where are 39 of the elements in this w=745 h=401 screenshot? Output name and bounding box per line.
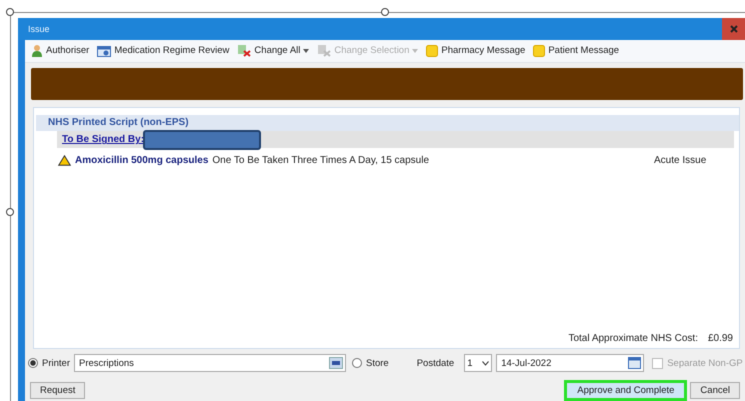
chevron-icon — [482, 360, 490, 366]
postdate-select[interactable]: 1 — [464, 354, 492, 372]
checkbox-label: Separate Non-GP — [667, 358, 743, 369]
issue-type: Acute Issue — [654, 155, 708, 166]
postdate-label: Postdate — [416, 358, 454, 369]
change-icon — [317, 44, 332, 58]
note-icon — [533, 44, 546, 57]
printer-icon — [328, 357, 343, 370]
toolbar-button[interactable]: Patient Message — [533, 44, 620, 57]
window-title: Issue — [28, 24, 51, 34]
close-icon — [730, 25, 738, 33]
toolbar-button[interactable]: Change All — [237, 44, 310, 58]
printer-field[interactable]: Prescriptions — [74, 354, 346, 372]
resize-handle[interactable] — [6, 208, 14, 216]
signed-by-link[interactable]: To Be Signed By: — [62, 134, 144, 146]
medication-name: Amoxicillin 500mg capsules — [75, 155, 208, 166]
radio-label: Printer — [42, 358, 70, 369]
medication-directions: One To Be Taken Three Times A Day, 15 capsule — [212, 155, 430, 166]
person-icon — [31, 44, 43, 58]
request-button[interactable]: Request — [30, 382, 86, 399]
resize-handle[interactable] — [6, 8, 14, 16]
dialog-button[interactable]: Approve and Complete — [564, 380, 688, 401]
total-cost-value: £0.99 — [708, 333, 733, 344]
date-field[interactable]: 14-Jul-2022 — [496, 354, 644, 372]
section-header: NHS Printed Script (non-EPS) — [36, 115, 739, 132]
radio-label: Store — [366, 358, 389, 369]
calendar-icon — [628, 357, 642, 370]
close-button[interactable] — [722, 18, 745, 40]
total-cost-label: Total Approximate NHS Cost: — [568, 333, 698, 344]
toolbar-button[interactable]: Medication Regime Review — [97, 44, 230, 57]
calendar-icon — [97, 44, 112, 57]
toolbar-button[interactable]: Pharmacy Message — [426, 44, 526, 57]
toolbar-button[interactable]: Authoriser — [31, 44, 90, 58]
change-icon — [237, 44, 252, 58]
radio-button[interactable] — [352, 358, 362, 368]
resize-handle[interactable] — [381, 8, 389, 16]
dialog-button[interactable]: Cancel — [690, 382, 740, 399]
note-icon — [426, 44, 438, 57]
radio-button[interactable] — [28, 358, 38, 368]
